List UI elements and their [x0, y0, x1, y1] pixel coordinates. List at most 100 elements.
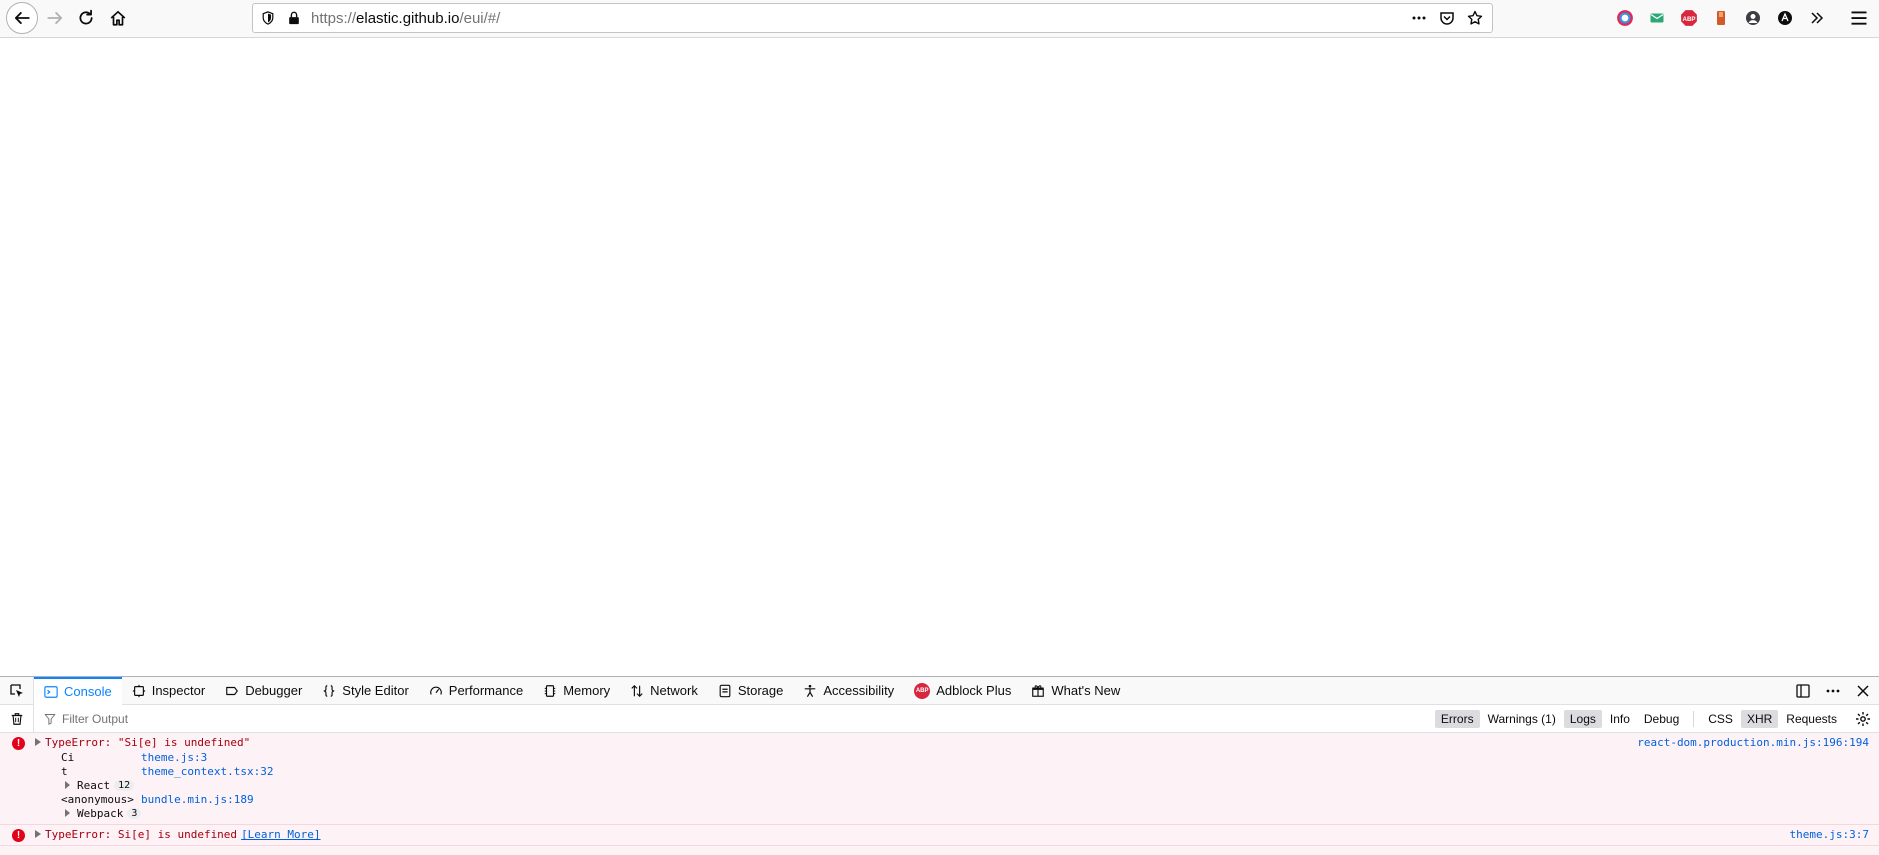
adblock-plus-icon: ABP: [914, 682, 931, 699]
tab-performance-label: Performance: [448, 683, 524, 698]
tab-memory[interactable]: Memory: [533, 677, 620, 705]
url-bar[interactable]: https://elastic.github.io/eui/#/: [252, 3, 1493, 33]
filter-funnel-icon: [44, 713, 56, 725]
filter-errors-button[interactable]: Errors: [1434, 710, 1480, 728]
frame-function: t: [61, 764, 68, 778]
abp-text: ABP: [1682, 16, 1695, 23]
url-text[interactable]: https://elastic.github.io/eui/#/: [311, 10, 500, 27]
error-source-link[interactable]: react-dom.production.min.js:196:194: [1637, 736, 1869, 749]
back-button[interactable]: [6, 2, 38, 34]
error-text: TypeError: Si[e] is undefined [Learn More…: [45, 828, 321, 841]
frame-location-link[interactable]: theme_context.tsx:32: [141, 765, 273, 778]
expand-twisty-icon[interactable]: [35, 738, 41, 746]
learn-more-link[interactable]: [Learn More]: [241, 828, 320, 841]
forward-button[interactable]: [40, 3, 70, 33]
browser-toolbar: https://elastic.github.io/eui/#/ ABP: [0, 0, 1879, 38]
console-icon: [44, 685, 58, 698]
tab-accessibility-label: Accessibility: [823, 683, 895, 698]
tab-memory-label: Memory: [563, 683, 611, 698]
tab-whats-new-label: What's New: [1051, 683, 1121, 698]
console-output: ! TypeError: "Si[e] is undefined" react-…: [0, 733, 1879, 855]
tab-storage-label: Storage: [737, 683, 784, 698]
extensions-area: ABP: [1614, 7, 1828, 29]
stack-frame[interactable]: <anonymous> bundle.min.js:189: [61, 792, 273, 806]
console-filter-bar: Errors Warnings (1) Logs Info Debug CSS …: [0, 704, 1879, 733]
tab-network[interactable]: Network: [620, 677, 708, 705]
devtools-panel: Console Inspector Debugger Style Editor …: [0, 676, 1879, 855]
url-host: elastic.github.io: [356, 10, 460, 27]
filter-xhr-button[interactable]: XHR: [1740, 710, 1779, 728]
error-icon: !: [12, 737, 25, 750]
expand-group-icon[interactable]: [65, 781, 70, 789]
storage-icon: [719, 684, 731, 697]
account-ext-icon[interactable]: [1742, 7, 1764, 29]
filter-debug-button[interactable]: Debug: [1638, 710, 1685, 728]
home-icon: [110, 10, 126, 26]
page-actions: [1410, 9, 1484, 27]
url-path: /eui/#/: [459, 10, 501, 27]
devtools-more-icon[interactable]: [1825, 683, 1841, 699]
hamburger-menu-icon[interactable]: [1849, 8, 1869, 28]
element-picker-icon: [9, 683, 23, 697]
tab-storage[interactable]: Storage: [708, 677, 794, 705]
stack-frame[interactable]: Ci theme.js:3: [61, 750, 273, 764]
page-viewport[interactable]: [0, 38, 1879, 676]
console-error-message[interactable]: ! TypeError: "Si[e] is undefined" react-…: [0, 733, 1879, 825]
error-source-link[interactable]: theme.js:3:7: [1790, 828, 1869, 841]
group-name: React: [77, 778, 111, 792]
filter-output-input[interactable]: [62, 711, 462, 726]
style-editor-icon: [324, 684, 335, 697]
log-level-filters: Errors Warnings (1) Logs Info Debug CSS …: [1434, 710, 1843, 728]
tab-style-editor[interactable]: Style Editor: [312, 677, 418, 705]
mail-ext-icon[interactable]: [1646, 7, 1668, 29]
filter-logs-button[interactable]: Logs: [1563, 710, 1602, 728]
tab-debugger[interactable]: Debugger: [215, 677, 312, 705]
group-name: Webpack: [77, 806, 124, 820]
pocket-icon[interactable]: [1438, 9, 1456, 27]
bookmark-star-icon[interactable]: [1466, 9, 1484, 27]
filter-divider: [1693, 711, 1695, 727]
tab-whats-new[interactable]: What's New: [1021, 677, 1130, 705]
clear-console-button[interactable]: [0, 704, 34, 733]
tab-performance[interactable]: Performance: [419, 677, 533, 705]
expand-twisty-icon[interactable]: [35, 830, 41, 838]
frame-location-link[interactable]: bundle.min.js:189: [141, 793, 254, 806]
lock-icon[interactable]: [287, 10, 301, 26]
dark-mode-ext-icon[interactable]: [1774, 7, 1796, 29]
more-icon[interactable]: [1410, 9, 1428, 27]
console-settings-gear-icon[interactable]: [1855, 711, 1871, 727]
frame-group-webpack[interactable]: Webpack 3: [61, 806, 273, 820]
console-error-message[interactable]: ! TypeError: Si[e] is undefined [Learn Mo…: [0, 825, 1879, 846]
color-picker-ext-icon[interactable]: [1614, 7, 1636, 29]
filter-info-button[interactable]: Info: [1604, 710, 1636, 728]
group-count-badge: 12: [114, 779, 135, 791]
frame-group-react[interactable]: React 12: [61, 778, 273, 792]
tab-console[interactable]: Console: [34, 676, 122, 705]
filter-css-button[interactable]: CSS: [1702, 710, 1739, 728]
adblock-plus-ext-icon[interactable]: ABP: [1678, 7, 1700, 29]
frame-location-link[interactable]: theme.js:3: [141, 751, 207, 764]
stack-frame[interactable]: t theme_context.tsx:32: [61, 764, 273, 778]
filter-warnings-button[interactable]: Warnings (1): [1482, 710, 1562, 728]
filter-requests-button[interactable]: Requests: [1780, 710, 1843, 728]
close-devtools-icon[interactable]: [1855, 683, 1871, 699]
element-picker-button[interactable]: [0, 676, 34, 705]
reload-button[interactable]: [71, 3, 101, 33]
tracking-shield-icon[interactable]: [261, 11, 275, 25]
tab-style-editor-label: Style Editor: [342, 683, 409, 698]
expand-group-icon[interactable]: [65, 809, 70, 817]
reload-icon: [79, 9, 93, 25]
tab-inspector[interactable]: Inspector: [122, 677, 215, 705]
tab-adblock-plus[interactable]: ABP Adblock Plus: [904, 677, 1021, 705]
debugger-icon: [226, 686, 239, 695]
forward-arrow-icon: [47, 12, 63, 24]
dock-side-icon[interactable]: [1795, 683, 1811, 699]
bookmark-ext-icon[interactable]: [1710, 7, 1732, 29]
performance-icon: [429, 686, 442, 695]
tab-console-label: Console: [64, 684, 112, 699]
tab-accessibility[interactable]: Accessibility: [793, 677, 904, 705]
overflow-chevron-icon[interactable]: [1806, 7, 1828, 29]
back-arrow-icon: [14, 12, 30, 24]
url-prefix: https://: [311, 10, 357, 27]
home-button[interactable]: [103, 3, 133, 33]
